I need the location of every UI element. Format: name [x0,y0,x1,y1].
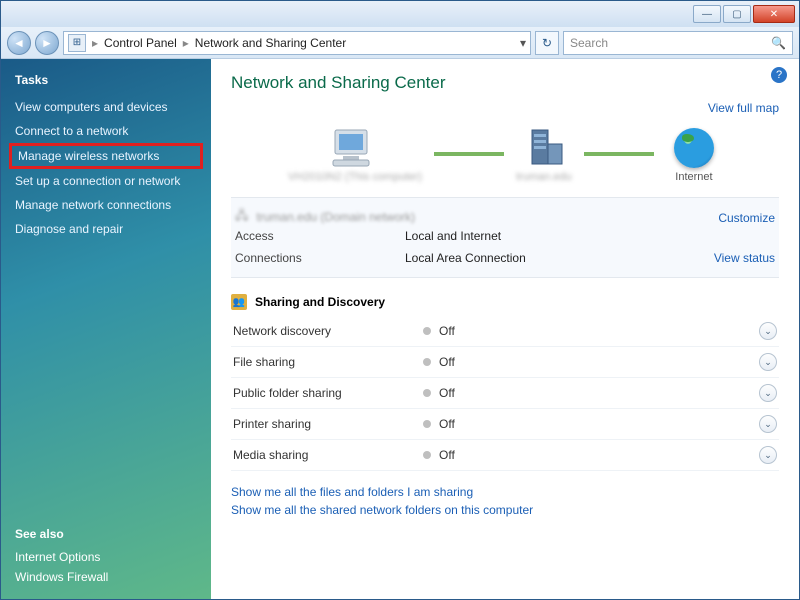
sharing-icon: 👥 [231,294,247,310]
expand-button[interactable]: ⌄ [759,322,777,340]
control-panel-icon: ⊞ [68,34,86,52]
share-value: Off [439,386,759,400]
footer-links: Show me all the files and folders I am s… [231,483,779,519]
connections-label: Connections [235,251,405,265]
help-icon[interactable]: ? [771,67,787,83]
share-label: Media sharing [233,448,423,462]
status-dot-icon [423,358,431,366]
share-row-file-sharing: File sharing Off ⌄ [231,347,779,378]
share-value: Off [439,417,759,431]
page-title: Network and Sharing Center [231,73,779,93]
search-placeholder: Search [570,36,608,50]
connections-row: Connections Local Area Connection View s… [235,247,775,269]
task-manage-connections[interactable]: Manage network connections [1,193,211,217]
share-value: Off [439,324,759,338]
share-row-media-sharing: Media sharing Off ⌄ [231,440,779,471]
sharing-heading: 👥 Sharing and Discovery [231,294,779,310]
share-label: File sharing [233,355,423,369]
address-row: ◄ ► ⊞ ▸ Control Panel ▸ Network and Shar… [1,27,799,59]
expand-button[interactable]: ⌄ [759,446,777,464]
search-input[interactable]: Search 🔍 [563,31,793,55]
task-view-computers[interactable]: View computers and devices [1,95,211,119]
map-node-domain: truman.edu [516,125,572,183]
expand-button[interactable]: ⌄ [759,415,777,433]
see-also-internet-options[interactable]: Internet Options [15,547,197,567]
body: Tasks View computers and devices Connect… [1,59,799,599]
content-area: ? Network and Sharing Center View full m… [211,59,799,599]
status-dot-icon [423,389,431,397]
tasks-heading: Tasks [1,69,211,95]
status-dot-icon [423,327,431,335]
link-show-folders[interactable]: Show me all the shared network folders o… [231,501,779,519]
breadcrumb-control-panel[interactable]: Control Panel [104,36,177,50]
refresh-button[interactable]: ↻ [535,31,559,55]
task-setup-connection[interactable]: Set up a connection or network [1,169,211,193]
network-info-panel: 🖧 truman.edu (Domain network) Customize … [231,197,779,278]
close-button[interactable]: ✕ [753,5,795,23]
see-also: See also Internet Options Windows Firewa… [1,519,211,587]
maximize-button[interactable]: ▢ [723,5,751,23]
network-icon: 🖧 [235,206,248,227]
breadcrumb-sep: ▸ [183,36,189,50]
back-button[interactable]: ◄ [7,31,31,55]
map-node-internet-label: Internet [675,171,712,183]
access-label: Access [235,229,405,243]
search-icon: 🔍 [771,36,786,50]
map-node-computer: VH2010N2 (This computer) [288,125,422,183]
map-node-domain-label: truman.edu [516,171,572,183]
share-label: Network discovery [233,324,423,338]
titlebar: — ▢ ✕ [1,1,799,27]
globe-icon [666,125,722,171]
breadcrumb-network-sharing[interactable]: Network and Sharing Center [195,36,346,50]
server-icon [516,125,572,171]
status-dot-icon [423,420,431,428]
link-show-files[interactable]: Show me all the files and folders I am s… [231,483,779,501]
task-connect-network[interactable]: Connect to a network [1,119,211,143]
access-row: Access Local and Internet [235,225,775,247]
minimize-button[interactable]: — [693,5,721,23]
see-also-windows-firewall[interactable]: Windows Firewall [15,567,197,587]
window-frame: — ▢ ✕ ◄ ► ⊞ ▸ Control Panel ▸ Network an… [0,0,800,600]
task-diagnose-repair[interactable]: Diagnose and repair [1,217,211,241]
network-map: VH2010N2 (This computer) truman.edu Inte… [231,125,779,183]
map-connection-line [584,152,654,156]
map-connection-line [434,152,504,156]
connections-value: Local Area Connection [405,251,714,265]
task-manage-wireless[interactable]: Manage wireless networks [9,143,203,169]
forward-button[interactable]: ► [35,31,59,55]
share-value: Off [439,355,759,369]
share-label: Printer sharing [233,417,423,431]
sharing-heading-label: Sharing and Discovery [255,295,385,309]
address-bar[interactable]: ⊞ ▸ Control Panel ▸ Network and Sharing … [63,31,531,55]
address-dropdown-icon[interactable]: ▾ [520,36,526,50]
share-row-network-discovery: Network discovery Off ⌄ [231,316,779,347]
network-header: 🖧 truman.edu (Domain network) [235,206,775,227]
view-status-link[interactable]: View status [714,251,775,265]
share-row-public-folder: Public folder sharing Off ⌄ [231,378,779,409]
expand-button[interactable]: ⌄ [759,384,777,402]
map-node-internet: Internet [666,125,722,183]
sidebar: Tasks View computers and devices Connect… [1,59,211,599]
see-also-heading: See also [15,527,197,541]
share-row-printer-sharing: Printer sharing Off ⌄ [231,409,779,440]
expand-button[interactable]: ⌄ [759,353,777,371]
computer-icon [327,125,383,171]
share-label: Public folder sharing [233,386,423,400]
status-dot-icon [423,451,431,459]
share-value: Off [439,448,759,462]
map-node-computer-label: VH2010N2 (This computer) [288,171,422,183]
breadcrumb-sep: ▸ [92,36,98,50]
view-full-map-link[interactable]: View full map [708,101,779,115]
access-value: Local and Internet [405,229,775,243]
network-name: truman.edu (Domain network) [256,210,415,224]
